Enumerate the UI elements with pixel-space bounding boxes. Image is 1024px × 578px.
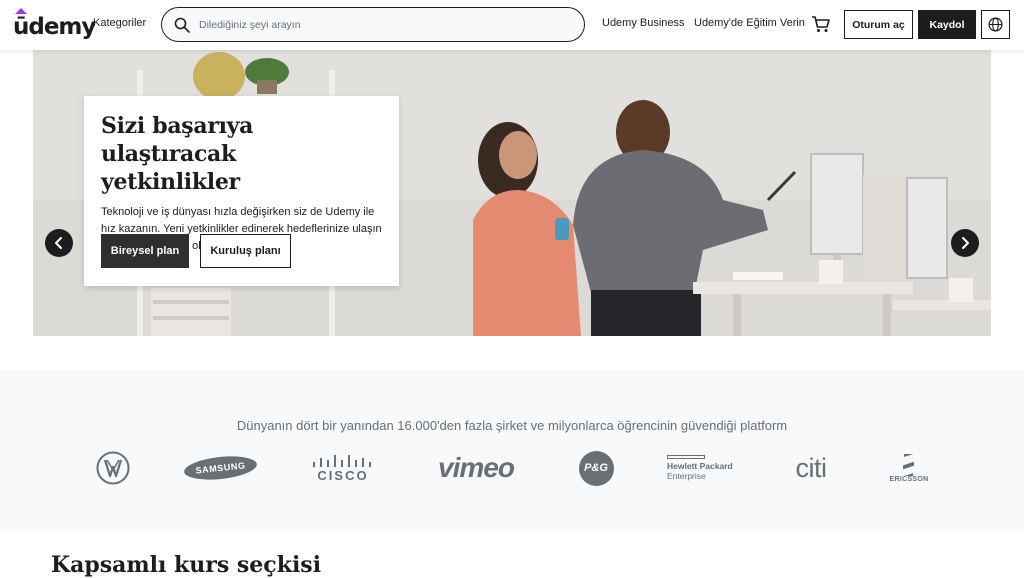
volkswagen-logo: [95, 450, 131, 486]
hero-actions: Bireysel plan Kuruluş planı: [101, 234, 291, 268]
signup-button[interactable]: Kaydol: [918, 10, 976, 39]
language-button[interactable]: [981, 10, 1010, 39]
hpe-logo-line1: Hewlett Packard: [667, 461, 733, 471]
citi-logo: citi: [788, 450, 834, 486]
logo-hat-icon: [15, 8, 27, 14]
hpe-logo-line2: Enterprise: [667, 471, 706, 481]
categories-link[interactable]: Kategoriler: [93, 17, 146, 29]
search-icon[interactable]: [174, 17, 190, 33]
cisco-logo-text: CISCO: [317, 467, 369, 483]
pg-logo-text: P&G: [584, 462, 608, 474]
courses-section-title: Kapsamlı kurs seçkisi: [51, 552, 322, 578]
trusted-by-section: Dünyanın dört bir yanından 16.000'den fa…: [0, 370, 1024, 531]
samsung-logo: SAMSUNG: [183, 450, 258, 486]
udemy-logo[interactable]: ūdemy: [13, 8, 96, 40]
carousel-next-button[interactable]: [951, 229, 979, 257]
vimeo-logo: vimeo: [430, 450, 522, 486]
trusted-by-text: Dünyanın dört bir yanından 16.000'den fa…: [236, 418, 788, 433]
chevron-right-icon: [962, 237, 969, 249]
carousel-prev-button[interactable]: [45, 229, 73, 257]
citi-logo-text: citi: [795, 452, 828, 483]
ericsson-logo-text: ERICSSON: [889, 475, 929, 483]
pg-logo: P&G: [578, 450, 614, 486]
login-button[interactable]: Oturum aç: [844, 10, 913, 39]
chevron-left-icon: [55, 237, 62, 249]
hewlett-packard-enterprise-logo: Hewlett Packard Enterprise: [667, 450, 737, 486]
logo-text: ūdemy: [13, 14, 96, 40]
samsung-logo-text: SAMSUNG: [195, 460, 246, 476]
ericsson-logo: ERICSSON: [887, 450, 931, 486]
vimeo-logo-text: vimeo: [438, 452, 515, 483]
cisco-logo: CISCO: [311, 450, 375, 486]
business-plan-button[interactable]: Kuruluş planı: [200, 234, 291, 268]
udemy-business-link[interactable]: Udemy Business: [602, 17, 685, 29]
top-navbar: ūdemy Kategoriler Udemy Business Udemy'd…: [0, 0, 1024, 50]
hero-card: Sizi başarıya ulaştıracak yetkinlikler T…: [84, 96, 399, 286]
teach-on-udemy-link[interactable]: Udemy'de Eğitim Verin: [694, 17, 805, 29]
globe-icon: [988, 17, 1003, 32]
hero-title: Sizi başarıya ulaştıracak yetkinlikler: [101, 113, 254, 195]
cart-icon[interactable]: [811, 14, 831, 34]
search-input[interactable]: [199, 16, 569, 34]
personal-plan-button[interactable]: Bireysel plan: [101, 234, 189, 268]
search-bar[interactable]: [161, 7, 585, 42]
